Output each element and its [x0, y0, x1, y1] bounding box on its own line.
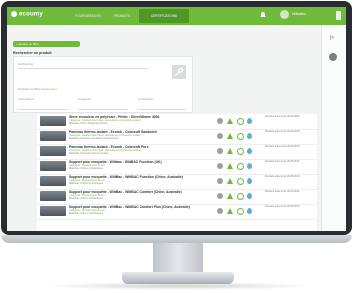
water-drop-icon [247, 163, 252, 169]
product-meta: Catégorie: Isolation thermique, acoustiq… [69, 149, 141, 155]
product-meta: Catégorie: Isolation thermique, acoustiq… [69, 134, 141, 140]
product-meta: Catégorie: Revêtements de sol Matériau: … [69, 164, 105, 170]
eco-triangle-icon [227, 163, 233, 169]
certification-seal-icon [217, 208, 223, 214]
recycle-icon [237, 118, 244, 125]
eco-triangle-icon [227, 208, 233, 214]
water-drop-icon [247, 193, 252, 199]
product-meta: Catégorie: Isolation thermique, acoustiq… [69, 119, 141, 125]
menu-button[interactable] [336, 11, 341, 20]
certification-seal-icon [217, 193, 223, 199]
top-navigation-bar: ecoumy FOURNISSEURS PRODUITS CERTIFICATI… [7, 7, 346, 25]
eco-triangle-icon [227, 193, 233, 199]
select-certification-label: Certification [138, 97, 154, 101]
product-thumbnail [40, 206, 66, 216]
product-thumbnail [40, 161, 66, 171]
recycle-icon [237, 133, 244, 140]
add-filter-button[interactable]: + Ajouter un filtre [13, 41, 80, 47]
certification-seal-icon [217, 118, 223, 124]
logo-mark-icon [11, 11, 17, 17]
product-date: Dernière mise à jour 20-05-2019 [265, 160, 300, 163]
collapse-sidebar-icon[interactable]: |< [330, 35, 334, 41]
product-thumbnail [40, 176, 66, 186]
monitor-shadow [40, 282, 316, 290]
select-category-label: Catégorie [78, 97, 92, 101]
filter-panel: Rechercher Produits certifiés uniquement… [13, 56, 193, 113]
certification-seal-icon [217, 133, 223, 139]
product-meta: Catégorie: Revêtements de sol Matériau: … [69, 194, 105, 200]
user-icon[interactable] [329, 53, 337, 61]
select-supplier[interactable] [18, 103, 68, 110]
water-drop-icon [247, 178, 252, 184]
certification-seal-icon [217, 163, 223, 169]
product-date: Dernière mise à jour 20-05-2019 [265, 130, 300, 133]
product-row[interactable]: Support pour moquette - WiltBac - WiltBA… [37, 174, 317, 190]
certification-seal-icon [217, 178, 223, 184]
tab-products[interactable]: PRODUITS [107, 9, 137, 23]
recycle-icon [237, 163, 244, 170]
main-content: + Ajouter un filtre Rechercher un produi… [7, 25, 317, 231]
tab-certifications[interactable]: CERTIFICATIONS [139, 9, 189, 23]
eco-triangle-icon [227, 133, 233, 139]
recycle-icon [237, 208, 244, 215]
monitor-chin [1, 235, 352, 243]
product-material: Matériau: Fibres synthétiques [69, 167, 104, 170]
product-date: Dernière mise à jour 20-05-2019 [265, 115, 300, 118]
product-row[interactable]: Store enrouleur en polyester - Phifer - … [37, 114, 317, 130]
product-material: Matériau: Panneau thermo-isolant [69, 152, 109, 155]
certified-toggle[interactable]: Produits certifiés uniquement [18, 87, 57, 91]
eco-triangle-icon [227, 118, 233, 124]
logo-text: ecoumy [19, 11, 43, 18]
eco-triangle-icon [227, 178, 233, 184]
wrench-icon [174, 67, 184, 77]
product-material: Matériau: Fibres synthétiques [69, 212, 104, 215]
water-drop-icon [247, 133, 252, 139]
product-row[interactable]: Support pour moquette - Wiltbac - WiltBA… [37, 159, 317, 175]
water-drop-icon [247, 208, 252, 214]
water-drop-icon [247, 148, 252, 154]
product-thumbnail [40, 116, 66, 126]
user-avatar[interactable] [280, 10, 289, 19]
product-thumbnail [40, 131, 66, 141]
search-input[interactable]: Rechercher [18, 62, 148, 69]
right-sidebar: |< [321, 25, 346, 231]
select-supplier-label: Fournisseur [18, 97, 34, 101]
product-row[interactable]: Panneau thermo-isolant - Ecomb - Colorso… [37, 144, 317, 160]
recycle-icon [237, 148, 244, 155]
product-meta: Catégorie: Revêtements de sol Matériau: … [69, 179, 105, 185]
product-date: Dernière mise à jour 20-05-2019 [265, 145, 300, 148]
tab-suppliers[interactable]: FOURNISSEURS [71, 9, 105, 23]
product-material: Matériau: Fibres synthétiques [69, 182, 104, 185]
user-name: Utilisateur [292, 12, 307, 16]
monitor-stand-neck [153, 243, 203, 273]
screen: ecoumy FOURNISSEURS PRODUITS CERTIFICATI… [7, 7, 346, 231]
select-category[interactable] [78, 103, 128, 110]
product-row[interactable]: Support pour moquette - WiltBac - WiltBA… [37, 189, 317, 205]
monitor-frame: ecoumy FOURNISSEURS PRODUITS CERTIFICATI… [1, 1, 352, 235]
product-list: Store enrouleur en polyester - Phifer - … [37, 114, 317, 231]
recycle-icon [237, 178, 244, 185]
certification-seal-icon [217, 148, 223, 154]
product-material: Matériau: Panneau sandwich polyuréthane [69, 137, 119, 140]
recycle-icon [237, 193, 244, 200]
select-certification[interactable] [138, 103, 186, 110]
product-material: Matériau: PVC / Polyester Sheers [69, 122, 108, 125]
bell-icon[interactable] [259, 11, 267, 19]
eco-triangle-icon [227, 148, 233, 154]
filters-title: Rechercher un produit [13, 51, 52, 55]
product-row[interactable]: Support pour moquette - WiltBac - WiltBA… [37, 204, 317, 220]
filter-settings-button[interactable] [172, 65, 186, 79]
product-date: Dernière mise à jour 20-05-2019 [265, 175, 300, 178]
product-row[interactable]: Panneau thermo-isolant - Ecomb - Colorso… [37, 129, 317, 145]
product-meta: Catégorie: Revêtements de sol Matériau: … [69, 209, 105, 215]
product-date: Dernière mise à jour 20-05-2019 [265, 190, 300, 193]
product-thumbnail [40, 191, 66, 201]
water-drop-icon [247, 118, 252, 124]
app-logo[interactable]: ecoumy [11, 11, 43, 18]
product-thumbnail [40, 146, 66, 156]
product-date: Dernière mise à jour 20-05-2019 [265, 205, 300, 208]
product-material: Matériau: Fibres synthétiques [69, 197, 104, 200]
